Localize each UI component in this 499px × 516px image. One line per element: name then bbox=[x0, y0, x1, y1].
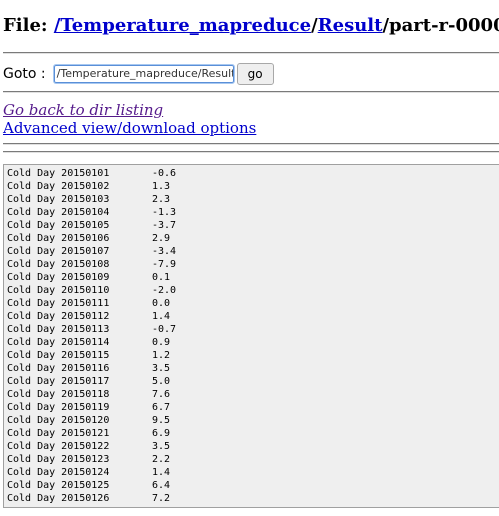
row-key: Cold Day 20150118 bbox=[7, 389, 110, 400]
content-row: Cold Day 20150119 6.7 bbox=[7, 401, 499, 414]
row-key: Cold Day 20150115 bbox=[7, 350, 110, 361]
row-key: Cold Day 20150110 bbox=[7, 285, 110, 296]
content-row: Cold Day 20150111 0.0 bbox=[7, 297, 499, 310]
dir-link[interactable]: /Temperature_mapreduce bbox=[54, 15, 311, 36]
path-separator: / bbox=[311, 15, 318, 36]
content-row: Cold Day 20150118 7.6 bbox=[7, 388, 499, 401]
go-button[interactable]: go bbox=[236, 63, 274, 85]
content-row: Cold Day 20150125 6.4 bbox=[7, 479, 499, 492]
nav-links: Go back to dir listing Advanced view/dow… bbox=[3, 101, 256, 137]
content-row: Cold Day 20150107 -3.4 bbox=[7, 245, 499, 258]
content-row: Cold Day 20150115 1.2 bbox=[7, 349, 499, 362]
goto-label: Goto : bbox=[3, 66, 46, 82]
row-key: Cold Day 20150109 bbox=[7, 272, 110, 283]
row-value: -0.6 bbox=[152, 168, 177, 179]
row-key: Cold Day 20150105 bbox=[7, 220, 110, 231]
file-name: /part-r-00000 bbox=[382, 15, 499, 36]
row-key: Cold Day 20150112 bbox=[7, 311, 110, 322]
back-to-dir-link[interactable]: Go back to dir listing bbox=[3, 101, 256, 119]
content-row: Cold Day 20150110 -2.0 bbox=[7, 284, 499, 297]
row-value: -0.7 bbox=[152, 324, 177, 335]
row-value: -3.7 bbox=[152, 220, 177, 231]
row-key: Cold Day 20150101 bbox=[7, 168, 110, 179]
file-label: File: bbox=[3, 15, 54, 36]
advanced-view-link[interactable]: Advanced view/download options bbox=[3, 119, 256, 137]
content-row: Cold Day 20150116 3.5 bbox=[7, 362, 499, 375]
content-row: Cold Day 20150120 9.5 bbox=[7, 414, 499, 427]
content-row: Cold Day 20150104 -1.3 bbox=[7, 206, 499, 219]
row-value: 1.4 bbox=[152, 467, 171, 478]
row-key: Cold Day 20150114 bbox=[7, 337, 110, 348]
row-value: -3.4 bbox=[152, 246, 177, 257]
row-key: Cold Day 20150116 bbox=[7, 363, 110, 374]
row-key: Cold Day 20150123 bbox=[7, 454, 110, 465]
row-key: Cold Day 20150103 bbox=[7, 194, 110, 205]
row-value: 7.6 bbox=[152, 389, 171, 400]
content-row: Cold Day 20150124 1.4 bbox=[7, 466, 499, 479]
row-key: Cold Day 20150113 bbox=[7, 324, 110, 335]
result-link[interactable]: Result bbox=[318, 15, 383, 36]
row-value: 1.3 bbox=[152, 181, 171, 192]
row-key: Cold Day 20150117 bbox=[7, 376, 110, 387]
row-value: -7.9 bbox=[152, 259, 177, 270]
content-row: Cold Day 20150112 1.4 bbox=[7, 310, 499, 323]
row-key: Cold Day 20150104 bbox=[7, 207, 110, 218]
row-value: 3.5 bbox=[152, 441, 171, 452]
divider bbox=[3, 143, 499, 145]
content-row: Cold Day 20150117 5.0 bbox=[7, 375, 499, 388]
row-value: 6.4 bbox=[152, 480, 171, 491]
row-value: 9.5 bbox=[152, 415, 171, 426]
content-row: Cold Day 20150113 -0.7 bbox=[7, 323, 499, 336]
row-value: 6.9 bbox=[152, 428, 171, 439]
row-value: 1.4 bbox=[152, 311, 171, 322]
content-row: Cold Day 20150123 2.2 bbox=[7, 453, 499, 466]
row-value: 7.2 bbox=[152, 493, 171, 504]
content-row: Cold Day 20150103 2.3 bbox=[7, 193, 499, 206]
goto-input[interactable]: /Temperature_mapreduce/Result bbox=[52, 64, 235, 84]
divider bbox=[3, 91, 499, 93]
row-value: 0.9 bbox=[152, 337, 171, 348]
row-value: 6.7 bbox=[152, 402, 171, 413]
row-value: 2.2 bbox=[152, 454, 171, 465]
content-row: Cold Day 20150122 3.5 bbox=[7, 440, 499, 453]
row-value: 0.0 bbox=[152, 298, 171, 309]
content-row: Cold Day 20150105 -3.7 bbox=[7, 219, 499, 232]
page-title: File: /Temperature_mapreduce/Result/part… bbox=[3, 14, 499, 38]
row-value: 0.1 bbox=[152, 272, 171, 283]
content-row: Cold Day 20150101 -0.6 bbox=[7, 167, 499, 180]
row-value: 3.5 bbox=[152, 363, 171, 374]
row-key: Cold Day 20150107 bbox=[7, 246, 110, 257]
row-key: Cold Day 20150108 bbox=[7, 259, 110, 270]
content-row: Cold Day 20150102 1.3 bbox=[7, 180, 499, 193]
row-key: Cold Day 20150122 bbox=[7, 441, 110, 452]
row-key: Cold Day 20150121 bbox=[7, 428, 110, 439]
file-content: Cold Day 20150101 -0.6 Cold Day 20150102 1.… bbox=[3, 164, 499, 508]
row-value: 2.3 bbox=[152, 194, 171, 205]
divider bbox=[3, 151, 499, 153]
row-key: Cold Day 20150119 bbox=[7, 402, 110, 413]
content-row: Cold Day 20150108 -7.9 bbox=[7, 258, 499, 271]
row-key: Cold Day 20150111 bbox=[7, 298, 110, 309]
divider bbox=[3, 52, 499, 54]
goto-form: Goto : /Temperature_mapreduce/Result go bbox=[3, 62, 274, 86]
row-key: Cold Day 20150124 bbox=[7, 467, 110, 478]
row-value: 5.0 bbox=[152, 376, 171, 387]
content-row: Cold Day 20150114 0.9 bbox=[7, 336, 499, 349]
row-value: 2.9 bbox=[152, 233, 171, 244]
row-key: Cold Day 20150102 bbox=[7, 181, 110, 192]
content-row: Cold Day 20150109 0.1 bbox=[7, 271, 499, 284]
content-row: Cold Day 20150126 7.2 bbox=[7, 492, 499, 505]
row-key: Cold Day 20150106 bbox=[7, 233, 110, 244]
content-row: Cold Day 20150121 6.9 bbox=[7, 427, 499, 440]
row-key: Cold Day 20150126 bbox=[7, 493, 110, 504]
content-row: Cold Day 20150106 2.9 bbox=[7, 232, 499, 245]
row-key: Cold Day 20150125 bbox=[7, 480, 110, 491]
row-key: Cold Day 20150120 bbox=[7, 415, 110, 426]
row-value: 1.2 bbox=[152, 350, 171, 361]
row-value: -2.0 bbox=[152, 285, 177, 296]
row-value: -1.3 bbox=[152, 207, 177, 218]
